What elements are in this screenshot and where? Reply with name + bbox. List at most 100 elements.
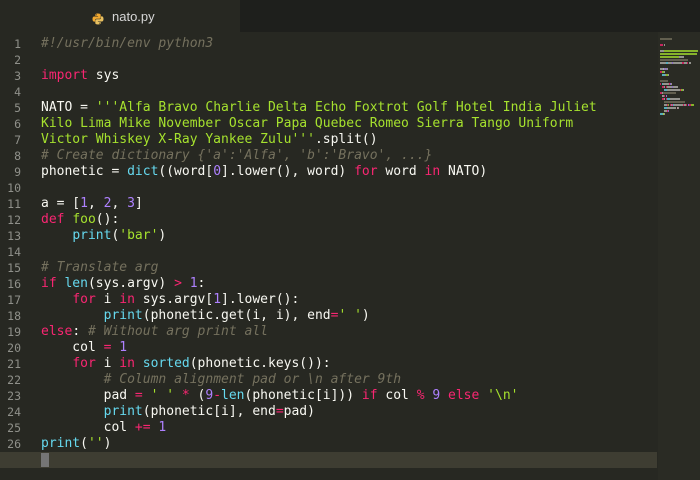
minimap-token bbox=[679, 56, 684, 58]
code-token: for bbox=[354, 164, 378, 179]
code-token: phonetic = bbox=[41, 164, 128, 179]
line-number: 24 bbox=[7, 405, 21, 419]
code-token: word bbox=[377, 164, 425, 179]
code-token: 1 bbox=[189, 276, 198, 291]
tab-nato-py[interactable]: nato.py bbox=[0, 0, 240, 32]
code-token: NATO) bbox=[440, 164, 488, 179]
code-token: ( bbox=[189, 388, 206, 403]
code-token: % bbox=[416, 388, 425, 403]
line-number: 7 bbox=[14, 133, 21, 147]
code-token: foo bbox=[72, 212, 96, 227]
line-number: 9 bbox=[14, 165, 21, 179]
minimap-token bbox=[660, 80, 669, 82]
minimap-token bbox=[663, 71, 666, 73]
minimap-token bbox=[671, 83, 672, 85]
code-token: (phonetic[i])) bbox=[244, 388, 362, 403]
code-token: = bbox=[134, 388, 143, 403]
code-token: ((word[ bbox=[158, 164, 214, 179]
minimap-token bbox=[660, 59, 688, 61]
code-line[interactable]: def foo(): bbox=[41, 212, 119, 228]
code-token: '\n' bbox=[487, 388, 519, 403]
code-line[interactable]: for i in sys.argv[1].lower(): bbox=[41, 292, 299, 308]
code-token: Victor Whiskey X-Ray Yankee Zulu''' bbox=[41, 132, 315, 147]
code-line[interactable]: import sys bbox=[41, 68, 119, 84]
minimap-token bbox=[660, 53, 698, 55]
code-line[interactable]: print(phonetic[i], end=pad) bbox=[41, 404, 315, 420]
code-line[interactable]: pad = ' ' * (9-len(phonetic[i])) if col … bbox=[41, 388, 519, 404]
code-line[interactable]: print(phonetic.get(i, i), end=' ') bbox=[41, 308, 370, 324]
minimap-token bbox=[674, 104, 683, 106]
code-token: # Create dictionary {'a':'Alfa', 'b':'Br… bbox=[41, 148, 433, 163]
code-token: (phonetic.keys()): bbox=[189, 356, 331, 371]
code-token: , bbox=[111, 196, 128, 211]
code-token: #!/usr/bin/env python3 bbox=[41, 36, 214, 51]
code-token: (phonetic[i], end bbox=[142, 404, 276, 419]
python-file-icon bbox=[92, 10, 104, 25]
minimap[interactable] bbox=[658, 32, 700, 480]
code-token: sys bbox=[87, 68, 120, 83]
code-line[interactable]: col = 1 bbox=[41, 340, 127, 356]
code-line[interactable]: phonetic = dict((word[0].lower(), word) … bbox=[41, 164, 487, 180]
code-token: col bbox=[41, 420, 135, 435]
code-line[interactable]: # Create dictionary {'a':'Alfa', 'b':'Br… bbox=[41, 148, 432, 164]
code-line[interactable]: # Column alignment pad or \n after 9th bbox=[41, 372, 401, 388]
code-line[interactable]: #!/usr/bin/env python3 bbox=[41, 36, 213, 52]
line-number: 16 bbox=[7, 277, 21, 291]
line-number: 17 bbox=[7, 293, 21, 307]
code-line[interactable]: else: # Without arg print all bbox=[41, 324, 268, 340]
code-token: = bbox=[275, 404, 284, 419]
minimap-token bbox=[663, 50, 698, 52]
code-line[interactable]: for i in sorted(phonetic.keys()): bbox=[41, 356, 331, 372]
code-line[interactable] bbox=[41, 452, 49, 468]
code-token: 1 bbox=[158, 420, 167, 435]
code-token: ) bbox=[158, 228, 167, 243]
code-line[interactable]: # Translate arg bbox=[41, 260, 158, 276]
code-token: Kilo Lima Mike November Oscar Papa Quebe… bbox=[41, 116, 574, 131]
code-token: # Without arg print all bbox=[87, 324, 268, 339]
code-token: 3 bbox=[127, 196, 135, 211]
code-token: 0 bbox=[213, 164, 222, 179]
code-token: ] bbox=[134, 196, 143, 211]
code-token: if bbox=[361, 388, 378, 403]
code-line[interactable]: col += 1 bbox=[41, 420, 167, 436]
minimap-token bbox=[691, 104, 694, 106]
code-token: print bbox=[41, 436, 81, 451]
line-number-gutter: 1 2 3 4 5 6 7 8 9 10 11 12 13 14 15 16 17 18 19 20 21 22 23 24 2… bbox=[0, 32, 30, 480]
code-token: ].lower(), word) bbox=[221, 164, 355, 179]
code-token: += bbox=[134, 420, 151, 435]
code-token: ].lower(): bbox=[221, 292, 300, 307]
code-token: ( bbox=[80, 436, 88, 451]
code-token: .split() bbox=[314, 132, 378, 147]
code-line[interactable]: Victor Whiskey X-Ray Yankee Zulu'''.spli… bbox=[41, 132, 378, 148]
code-token: ' ' bbox=[150, 388, 175, 403]
code-line[interactable]: NATO = '''Alfa Bravo Charlie Delta Echo … bbox=[41, 100, 597, 116]
line-number: 3 bbox=[14, 69, 21, 83]
code-token: len bbox=[64, 276, 88, 291]
code-line[interactable]: if len(sys.argv) > 1: bbox=[41, 276, 205, 292]
minimap-token bbox=[667, 107, 677, 109]
code-line[interactable]: print('') bbox=[41, 436, 111, 452]
code-line[interactable]: print('bar') bbox=[41, 228, 166, 244]
minimap-token bbox=[682, 89, 684, 91]
code-token: # Column alignment pad or \n after 9th bbox=[103, 372, 402, 387]
line-number: 13 bbox=[7, 229, 21, 243]
code-line[interactable]: a = [1, 2, 3] bbox=[41, 196, 143, 212]
code-token: (sys.argv) bbox=[87, 276, 175, 291]
line-number: 18 bbox=[7, 309, 21, 323]
tab-bar: nato.py bbox=[0, 0, 700, 32]
code-editor[interactable]: #!/usr/bin/env python3 import sys NATO = '… bbox=[0, 32, 657, 480]
line-number: 12 bbox=[7, 213, 21, 227]
code-token: col bbox=[41, 340, 104, 355]
code-token: print bbox=[103, 308, 143, 323]
code-token: pad) bbox=[283, 404, 315, 419]
line-number: 11 bbox=[7, 197, 21, 211]
code-line[interactable]: Kilo Lima Mike November Oscar Papa Quebe… bbox=[41, 116, 573, 132]
